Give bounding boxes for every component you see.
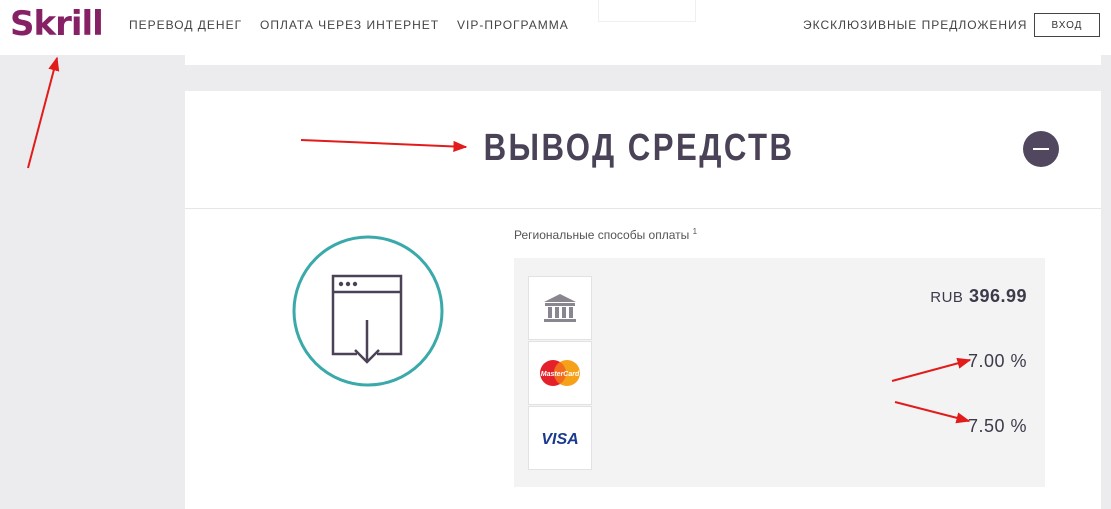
withdrawal-icon xyxy=(292,235,444,387)
nav-online-payments[interactable]: ОПЛАТА ЧЕРЕЗ ИНТЕРНЕТ xyxy=(260,18,439,32)
payment-methods-box: RUB 396.99 MasterCard 7.00 % VISA 7.50 % xyxy=(514,258,1045,487)
nav-money-transfer[interactable]: ПЕРЕВОД ДЕНЕГ xyxy=(129,18,242,32)
panel-divider xyxy=(185,208,1101,209)
visa-icon: VISA xyxy=(541,431,578,448)
footnote-marker[interactable]: 1 xyxy=(693,227,697,236)
visa-method-card: VISA xyxy=(528,406,592,470)
mastercard-logo-text: MasterCard xyxy=(541,371,580,378)
mastercard-method-card: MasterCard xyxy=(528,341,592,405)
arrow-to-logo xyxy=(27,56,60,169)
minus-icon xyxy=(1033,148,1049,150)
collapse-button[interactable] xyxy=(1023,131,1059,167)
section-title: ВЫВОД СРЕДСТВ xyxy=(483,127,795,169)
bank-icon xyxy=(544,294,576,322)
skrill-logo[interactable]: Skrill xyxy=(10,4,104,44)
bank-fee-currency: RUB xyxy=(930,289,964,306)
bank-fee: RUB 396.99 xyxy=(930,286,1027,307)
nav-vip-program[interactable]: VIP-ПРОГРАММА xyxy=(457,18,569,32)
withdrawal-panel: ВЫВОД СРЕДСТВ Региональные способы оплат… xyxy=(185,91,1101,509)
visa-logo-text: VISA xyxy=(541,431,578,448)
bank-method-card xyxy=(528,276,592,340)
bank-fee-amount: 396.99 xyxy=(968,286,1027,306)
login-button[interactable]: ВХОД xyxy=(1034,13,1100,37)
visa-fee: 7.50 % xyxy=(967,416,1027,436)
regional-methods-label: Региональные способы оплаты 1 xyxy=(514,227,697,242)
top-header: Skrill ПЕРЕВОД ДЕНЕГ ОПЛАТА ЧЕРЕЗ ИНТЕРН… xyxy=(0,0,1111,55)
regional-methods-text: Региональные способы оплаты xyxy=(514,228,690,242)
previous-panel-bottom xyxy=(185,55,1101,65)
nav-exclusive-offers[interactable]: ЭКСКЛЮЗИВНЫЕ ПРЕДЛОЖЕНИЯ xyxy=(803,18,1027,32)
mastercard-fee: 7.00 % xyxy=(967,351,1027,371)
mastercard-icon: MasterCard xyxy=(540,360,580,386)
header-dropdown-hint xyxy=(598,0,696,22)
